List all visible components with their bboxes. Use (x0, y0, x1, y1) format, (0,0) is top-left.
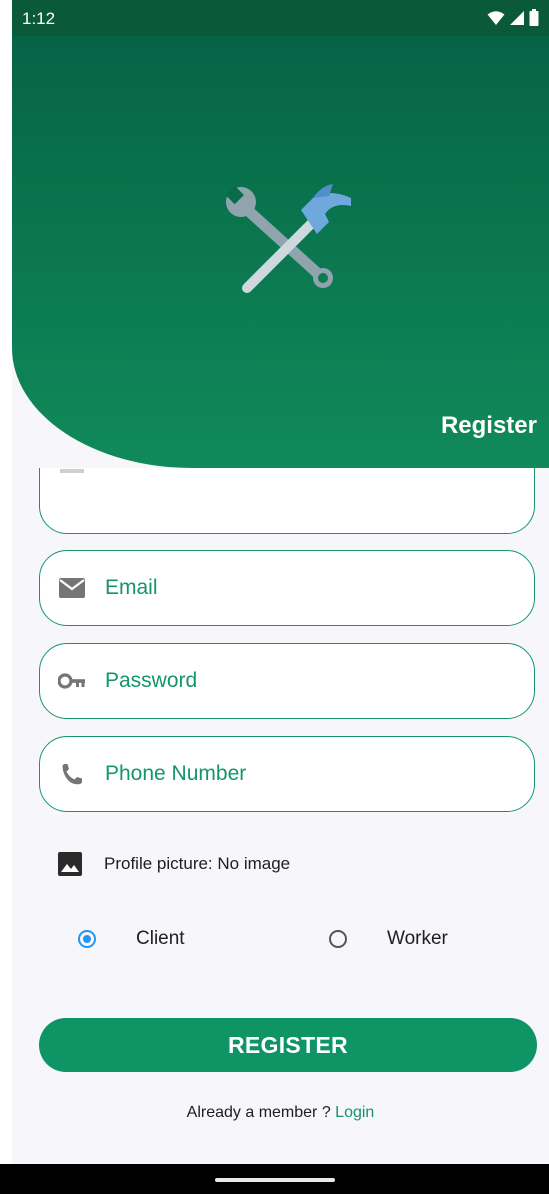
login-prompt: Already a member ? Login (12, 1104, 549, 1122)
status-icons (487, 9, 539, 26)
login-link[interactable]: Login (335, 1104, 374, 1121)
home-gesture-handle[interactable] (215, 1178, 335, 1182)
login-prompt-text: Already a member ? (186, 1104, 336, 1121)
header: Register (12, 36, 549, 468)
battery-icon (529, 9, 539, 26)
tools-logo-icon (225, 184, 351, 293)
image-icon (58, 852, 82, 876)
radio-worker-label: Worker (387, 928, 448, 949)
radio-client[interactable]: Client (78, 928, 185, 950)
phone-icon (57, 759, 87, 789)
radio-client-label: Client (136, 928, 185, 949)
password-field[interactable]: Password (39, 643, 535, 719)
radio-unselected-icon (329, 930, 347, 948)
name-field[interactable] (39, 468, 535, 534)
signal-icon (510, 10, 524, 25)
hammer-icon (242, 184, 351, 293)
page-title: Register (440, 412, 537, 439)
role-radio-group: Client Worker (12, 920, 549, 956)
email-field[interactable]: Email (39, 550, 535, 626)
radio-selected-icon (78, 930, 96, 948)
register-screen: 1:12 Register Email Password Phone Numbe… (12, 0, 549, 1194)
email-placeholder: Email (105, 576, 158, 599)
key-icon (57, 666, 87, 696)
mail-icon (57, 573, 87, 603)
phone-placeholder: Phone Number (105, 762, 247, 785)
status-bar: 1:12 (12, 0, 549, 36)
status-time: 1:12 (22, 9, 56, 28)
phone-field[interactable]: Phone Number (39, 736, 535, 812)
profile-picture-picker[interactable]: Profile picture: No image (58, 852, 290, 876)
form-area: Email Password Phone Number Profile pict… (12, 468, 549, 1108)
wifi-icon (487, 10, 505, 25)
radio-worker[interactable]: Worker (329, 928, 448, 950)
person-icon (60, 469, 84, 473)
profile-picture-label: Profile picture: No image (104, 854, 291, 873)
password-placeholder: Password (105, 669, 198, 692)
register-button[interactable]: REGISTER (39, 1018, 537, 1072)
navigation-bar (0, 1164, 549, 1194)
